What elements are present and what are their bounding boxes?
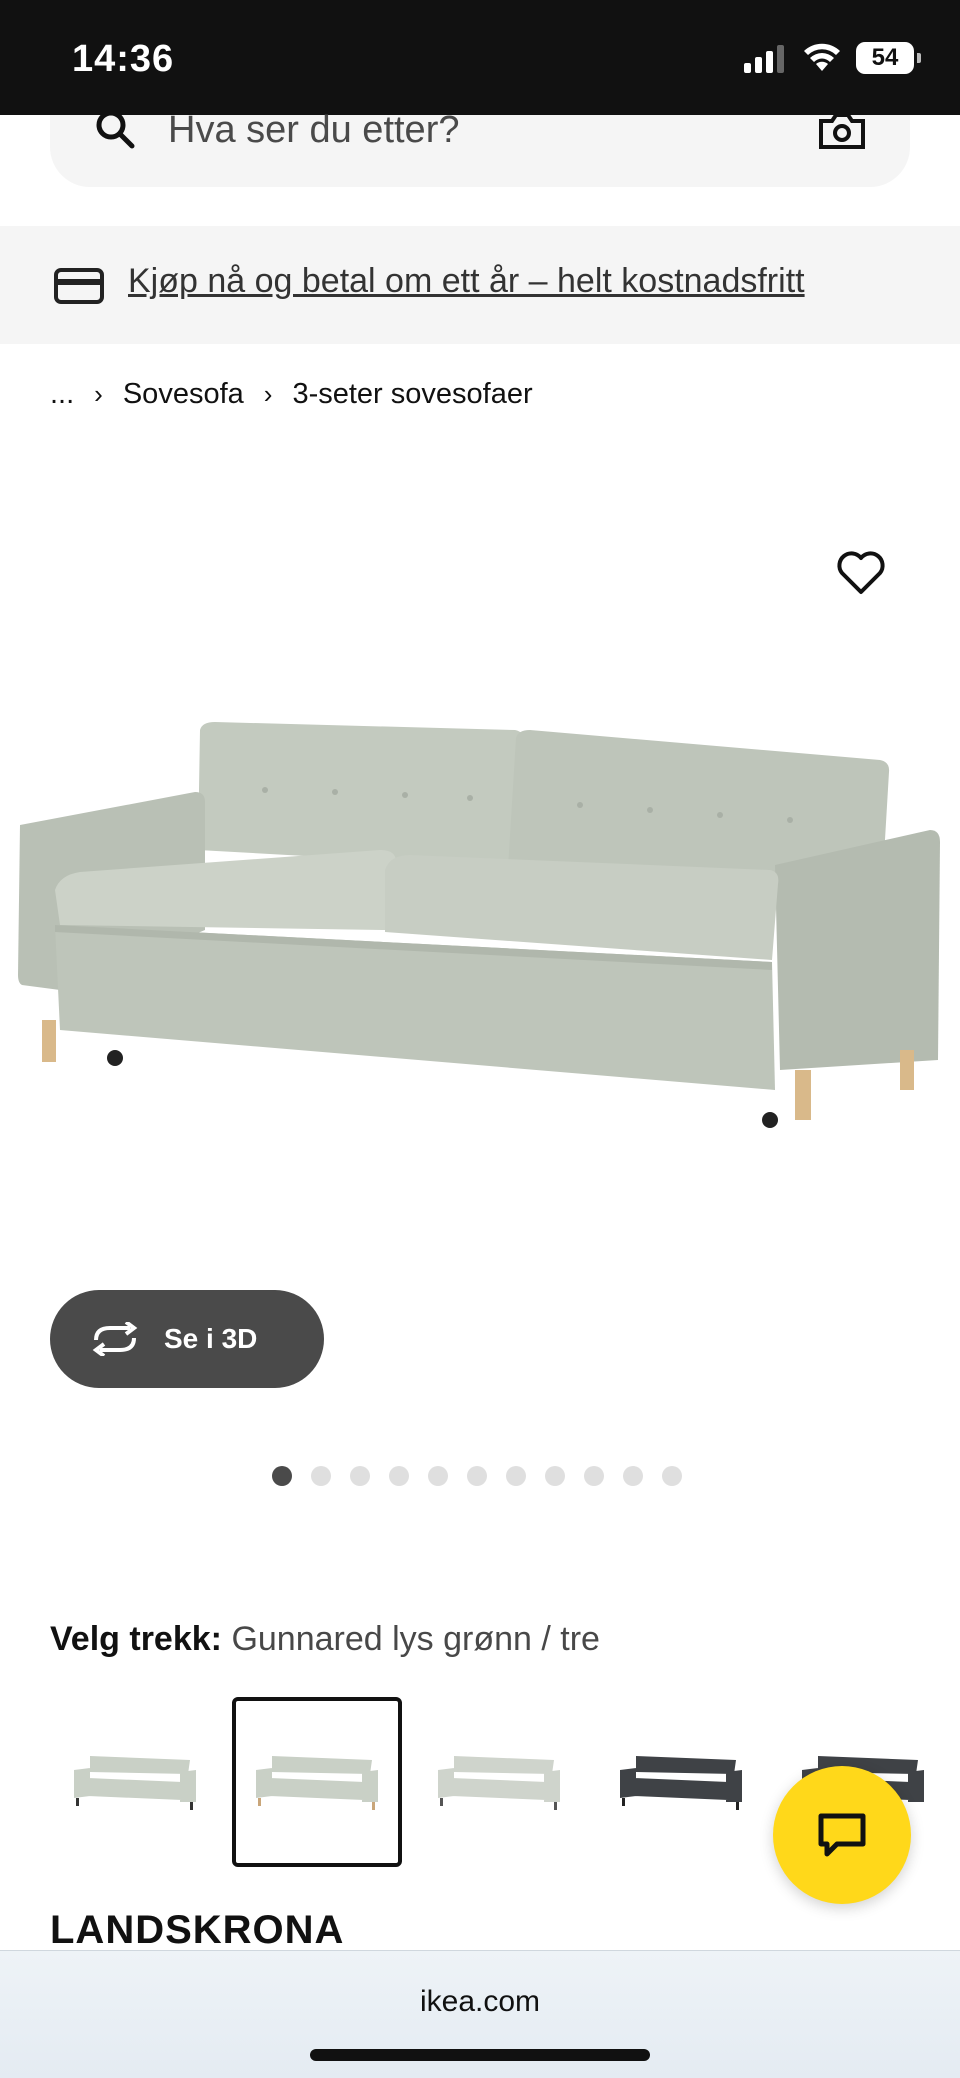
status-icons: 54 — [744, 42, 921, 74]
pagination-dot[interactable] — [545, 1466, 565, 1486]
breadcrumb-item-3-seter[interactable]: 3-seter sovesofaer — [292, 378, 532, 411]
home-indicator[interactable] — [310, 2049, 650, 2061]
status-time: 14:36 — [72, 38, 175, 80]
sofa-thumbnail-image — [620, 1756, 742, 1810]
view-3d-button[interactable]: Se i 3D — [50, 1290, 324, 1388]
wifi-icon — [804, 43, 840, 71]
promo-link[interactable]: Kjøp nå og betal om ett år – helt kostna… — [128, 262, 805, 301]
promo-banner[interactable]: Kjøp nå og betal om ett år – helt kostna… — [0, 226, 960, 344]
product-name: LANDSKRONA — [50, 1908, 345, 1952]
pagination-dot[interactable] — [389, 1466, 409, 1486]
pagination-dot[interactable] — [662, 1466, 682, 1486]
browser-bar: ikea.com — [0, 1950, 960, 2078]
product-image[interactable] — [0, 700, 960, 1300]
variant-label: Velg trekk: — [50, 1620, 222, 1658]
status-bar: 14:36 54 — [0, 0, 960, 115]
pagination-dot[interactable] — [506, 1466, 526, 1486]
signal-icon — [744, 45, 784, 73]
search-placeholder: Hva ser du etter? — [168, 109, 460, 151]
sofa-thumbnail-image — [74, 1756, 196, 1810]
pagination-dot[interactable] — [272, 1466, 292, 1486]
battery-icon: 54 — [856, 42, 921, 74]
pagination-dot[interactable] — [428, 1466, 448, 1486]
pagination-dot[interactable] — [623, 1466, 643, 1486]
heart-icon[interactable] — [836, 550, 886, 596]
pagination-dot[interactable] — [467, 1466, 487, 1486]
breadcrumb-item-sovesofa[interactable]: Sovesofa — [123, 378, 244, 411]
chevron-right-icon: › — [263, 379, 273, 409]
sofa-thumbnail-image — [256, 1756, 378, 1810]
variant-value: Gunnared lys grønn / tre — [231, 1620, 600, 1658]
breadcrumb: ... › Sovesofa › 3-seter sovesofaer — [50, 378, 533, 411]
camera-icon[interactable] — [818, 115, 866, 149]
search-input[interactable]: Hva ser du etter? — [50, 109, 910, 187]
variant-selector-label: Velg trekk: Gunnared lys grønn / tre — [50, 1620, 600, 1659]
chat-bubble-icon — [818, 1813, 866, 1857]
url-bar[interactable]: ikea.com — [0, 1985, 960, 2019]
variant-thumbnail[interactable] — [596, 1697, 766, 1867]
pagination-dot[interactable] — [584, 1466, 604, 1486]
credit-card-icon — [54, 268, 104, 304]
search-icon — [96, 115, 135, 149]
pagination-dot[interactable] — [311, 1466, 331, 1486]
view-3d-label: Se i 3D — [164, 1323, 258, 1354]
rotate-3d-icon — [92, 1322, 138, 1356]
breadcrumb-ellipsis[interactable]: ... — [50, 378, 74, 411]
chevron-right-icon: › — [94, 379, 103, 409]
variant-thumbnail[interactable] — [414, 1697, 584, 1867]
sofa-thumbnail-image — [438, 1756, 560, 1810]
variant-thumbnail[interactable] — [50, 1697, 220, 1867]
pagination-dot[interactable] — [350, 1466, 370, 1486]
variant-thumbnail-selected[interactable] — [232, 1697, 402, 1867]
chat-button[interactable] — [773, 1766, 911, 1904]
search-area: Hva ser du etter? — [0, 109, 960, 225]
gallery-pagination — [272, 1466, 682, 1486]
